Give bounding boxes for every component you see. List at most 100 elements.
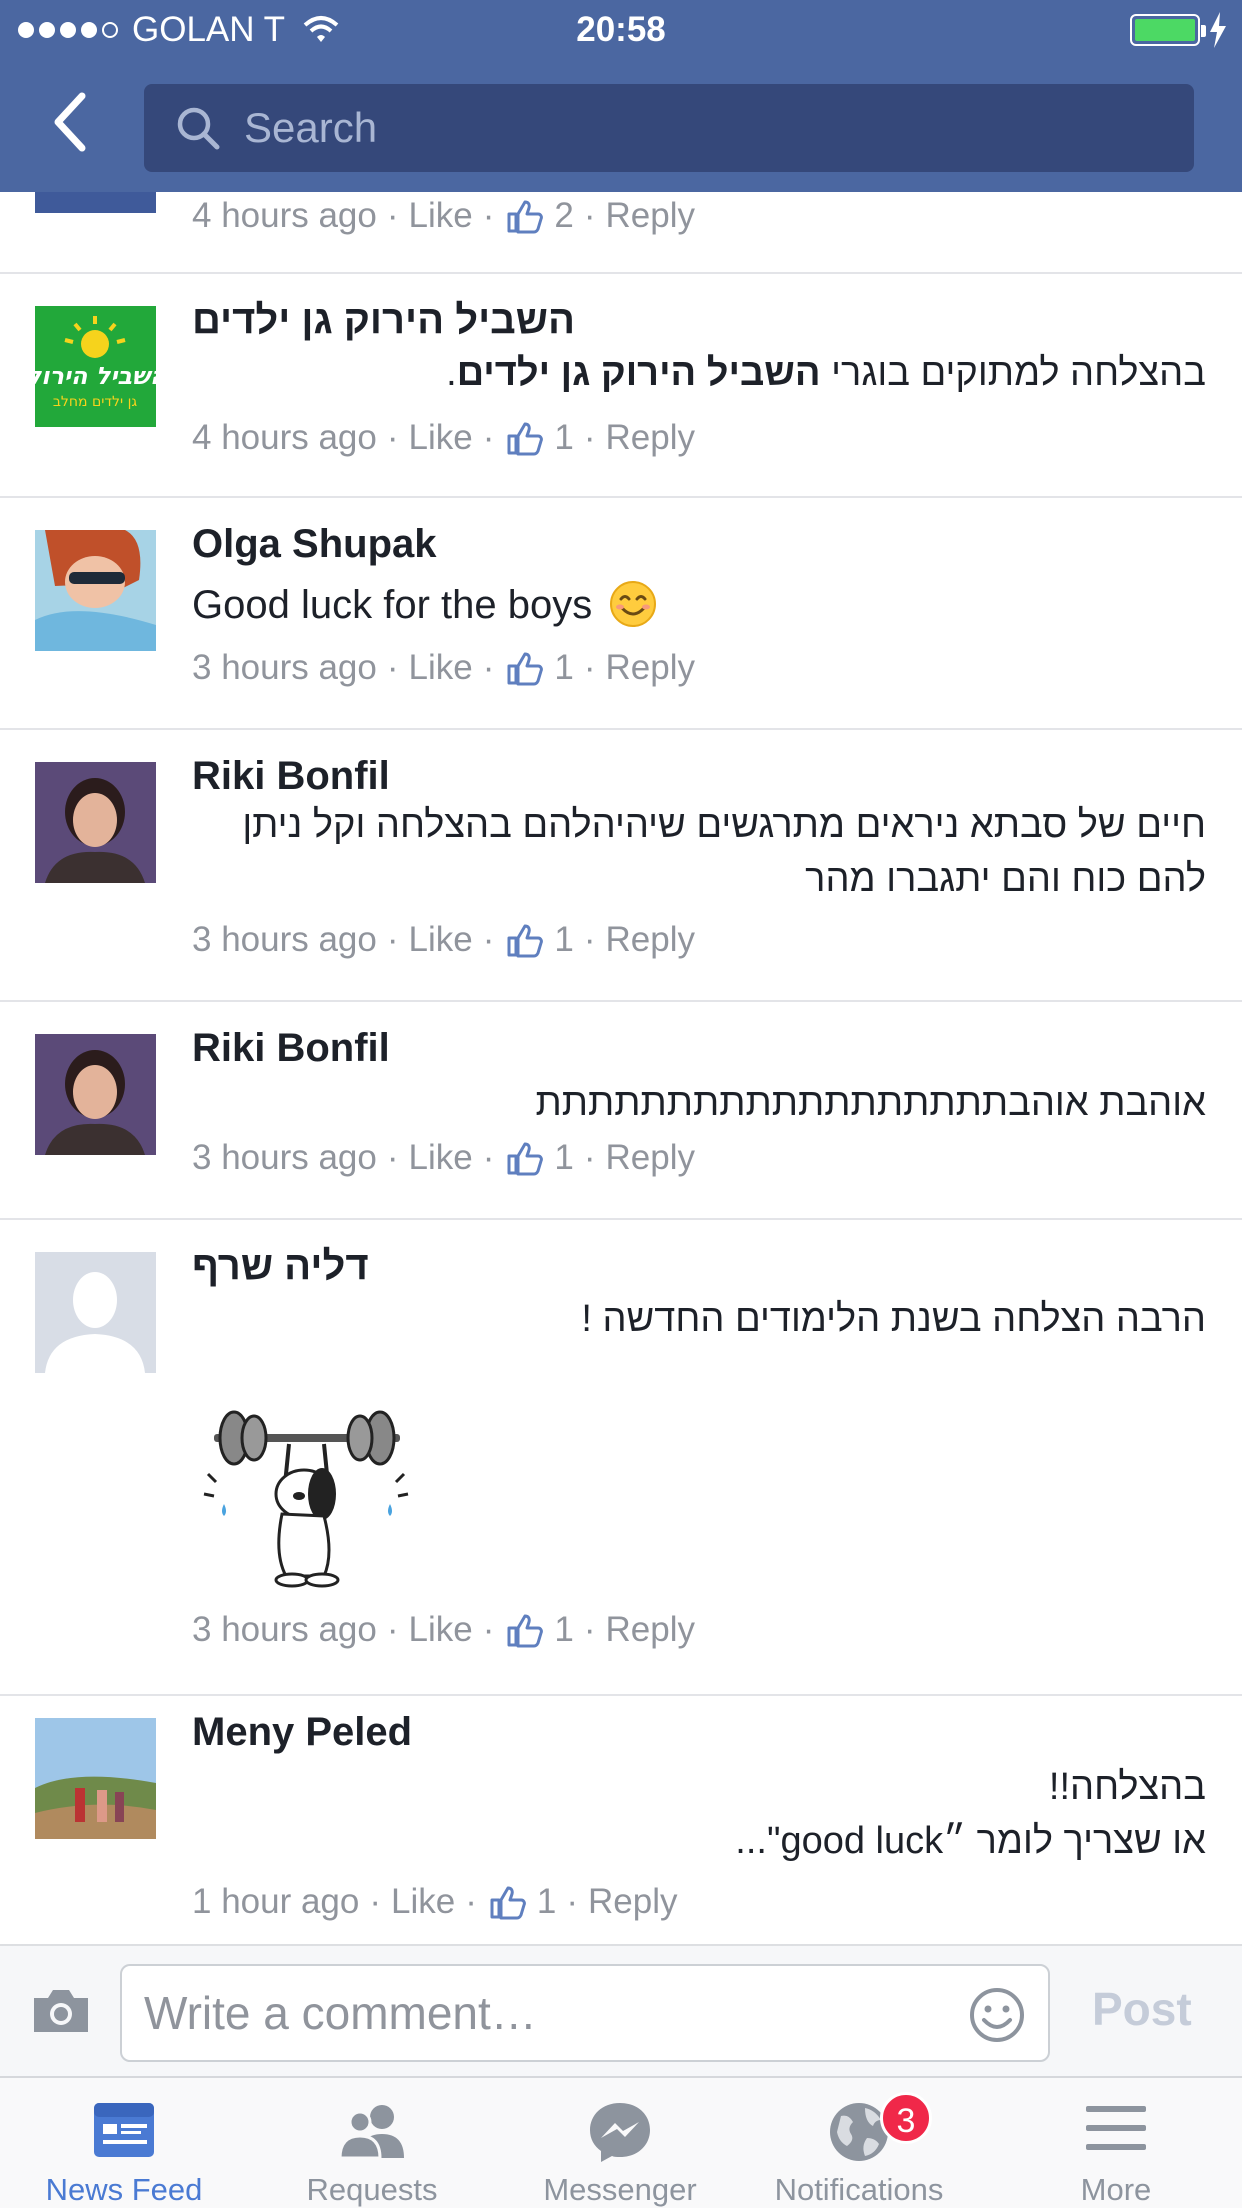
avatar[interactable] [35,192,156,213]
thumbs-up-icon [507,652,544,686]
comment-meta: 3 hours ago · Like · 1 · Reply [192,920,696,960]
comment-text: בהצלחה!! או שצריך לומר ״good luck"... [735,1766,1206,1862]
comment-text: חיים של סבתא ניראים מתרגשים שיהיהלהם בהצ… [242,804,1206,900]
friend-requests-icon [338,2105,404,2160]
tab-label: Messenger [543,2172,697,2207]
comments-list: 4 hours ago · Like · 2 · Reply השביל היר… [0,192,1242,1944]
like-link[interactable]: Like [409,1610,473,1650]
comment-meta: 3 hours ago · Like · 1 · Reply [192,1138,696,1178]
comment-time: 3 hours ago [192,920,377,959]
comment-meta: 4 hours ago · Like · 2 · Reply [192,196,696,236]
header: GOLAN T 20:58 [0,0,1242,192]
comment-text: הרבה הצלחה בשנת הלימודים החדשה ! [581,1298,1206,1340]
comment-field[interactable] [120,1964,1050,2062]
camera-icon[interactable] [30,1986,92,2036]
commenter-name[interactable]: Meny Peled [192,1710,412,1755]
tab-label: More [1080,2172,1152,2207]
like-link[interactable]: Like [409,1138,473,1178]
avatar[interactable] [35,530,156,651]
comment-meta: 3 hours ago · Like · 1 · Reply [192,648,696,688]
search-icon [177,107,220,150]
reply-link[interactable]: Reply [588,1882,677,1922]
commenter-name[interactable]: Riki Bonfil [192,1026,390,1071]
comment-meta: 3 hours ago · Like · 1 · Reply [192,1610,696,1650]
svg-text:גן ילדים מחלב: גן ילדים מחלב [53,394,138,410]
tagged-page-link[interactable]: השביל הירוק גן ילדים [457,352,821,394]
comment-meta: 4 hours ago · Like · 1 · Reply [192,418,696,458]
profile-photo [35,1718,156,1839]
comment-text: בהצלחה למתוקים בוגרי השביל הירוק גן ילדי… [446,352,1206,394]
notification-badge: 3 [880,2092,932,2144]
avatar[interactable]: השביל הירוק גן ילדים מחלב [35,306,156,427]
profile-photo [35,762,156,883]
like-count: 1 [554,920,574,959]
reply-link[interactable]: Reply [606,418,695,458]
comment-time: 3 hours ago [192,648,377,687]
status-time: 20:58 [576,10,666,49]
like-count: 1 [536,1882,557,1921]
like-count: 1 [554,418,574,457]
comment-time: 3 hours ago [192,1610,377,1649]
snoopy-weightlifting-sticker[interactable] [194,1404,420,1594]
kindergarten-logo: השביל הירוק גן ילדים מחלב [35,306,156,427]
like-link[interactable]: Like [409,648,473,688]
like-count: 1 [554,1138,574,1177]
comment: Riki Bonfil אוהבת אוהבתתתתתתתתתתתתתתתתתת… [0,1002,1242,1220]
tab-label: Notifications [774,2172,944,2207]
tab-news-feed[interactable]: News Feed [0,2078,248,2210]
tab-more[interactable]: More [990,2078,1242,2210]
comment-input[interactable] [142,1980,942,2046]
status-bar: GOLAN T 20:58 [0,0,1242,62]
comment-text: אוהבת אוהבתתתתתתתתתתתתתתתתתת [535,1082,1207,1124]
reply-link[interactable]: Reply [606,648,695,688]
post-button[interactable]: Post [1092,1982,1192,2036]
profile-photo [35,530,156,651]
like-link[interactable]: Like [409,920,473,960]
commenter-name[interactable]: השביל הירוק גן ילדים [192,298,575,343]
reply-link[interactable]: Reply [606,1610,695,1650]
commenter-name[interactable]: דליה שרף [192,1244,369,1289]
avatar[interactable] [35,1718,156,1839]
thumbs-up-icon [490,1886,526,1920]
back-chevron-icon[interactable] [52,92,88,152]
comment-time: 4 hours ago [192,418,377,457]
messenger-icon [590,2103,650,2162]
comment-meta: 1 hour ago · Like · 1 · Reply [192,1882,678,1922]
comment-time: 3 hours ago [192,1138,377,1177]
comment-time: 4 hours ago [192,196,377,235]
tab-requests[interactable]: Requests [248,2078,496,2210]
emoji-icon[interactable] [968,1986,1026,2044]
avatar[interactable] [35,1252,156,1373]
comment-composer: Post [0,1944,1242,2076]
reply-link[interactable]: Reply [606,1138,695,1178]
comment: השביל הירוק גן ילדים מחלב השביל הירוק גן… [0,274,1242,498]
tab-notifications[interactable]: 3 Notifications [744,2078,974,2210]
reply-link[interactable]: Reply [606,920,695,960]
tab-label: News Feed [45,2172,203,2207]
tab-messenger[interactable]: Messenger [496,2078,744,2210]
like-link[interactable]: Like [409,418,473,458]
search-input[interactable] [242,96,1142,160]
comment-text: Good luck for the boys [192,578,657,632]
avatar[interactable] [35,762,156,883]
like-link[interactable]: Like [391,1882,455,1922]
search-bar[interactable] [144,84,1194,172]
thumbs-up-icon [507,924,544,958]
avatar[interactable] [35,1034,156,1155]
reply-link[interactable]: Reply [606,196,695,236]
comment-partial: 4 hours ago · Like · 2 · Reply [0,192,1242,274]
like-count: 1 [554,1610,574,1649]
like-link[interactable]: Like [409,196,473,236]
tab-label: Requests [306,2172,438,2207]
svg-text:השביל הירוק: השביל הירוק [35,362,156,390]
smiling-emoji-icon [610,581,657,627]
hamburger-icon [1086,2106,1146,2150]
thumbs-up-icon [507,1614,544,1648]
default-profile-icon [35,1252,156,1373]
tab-bar: News Feed Requests Messenger 3 Notificat… [0,2076,1242,2208]
commenter-name[interactable]: Riki Bonfil [192,754,390,799]
commenter-name[interactable]: Olga Shupak [192,522,437,567]
profile-photo [35,1034,156,1155]
thumbs-up-icon [507,422,544,456]
like-count: 1 [554,648,574,687]
